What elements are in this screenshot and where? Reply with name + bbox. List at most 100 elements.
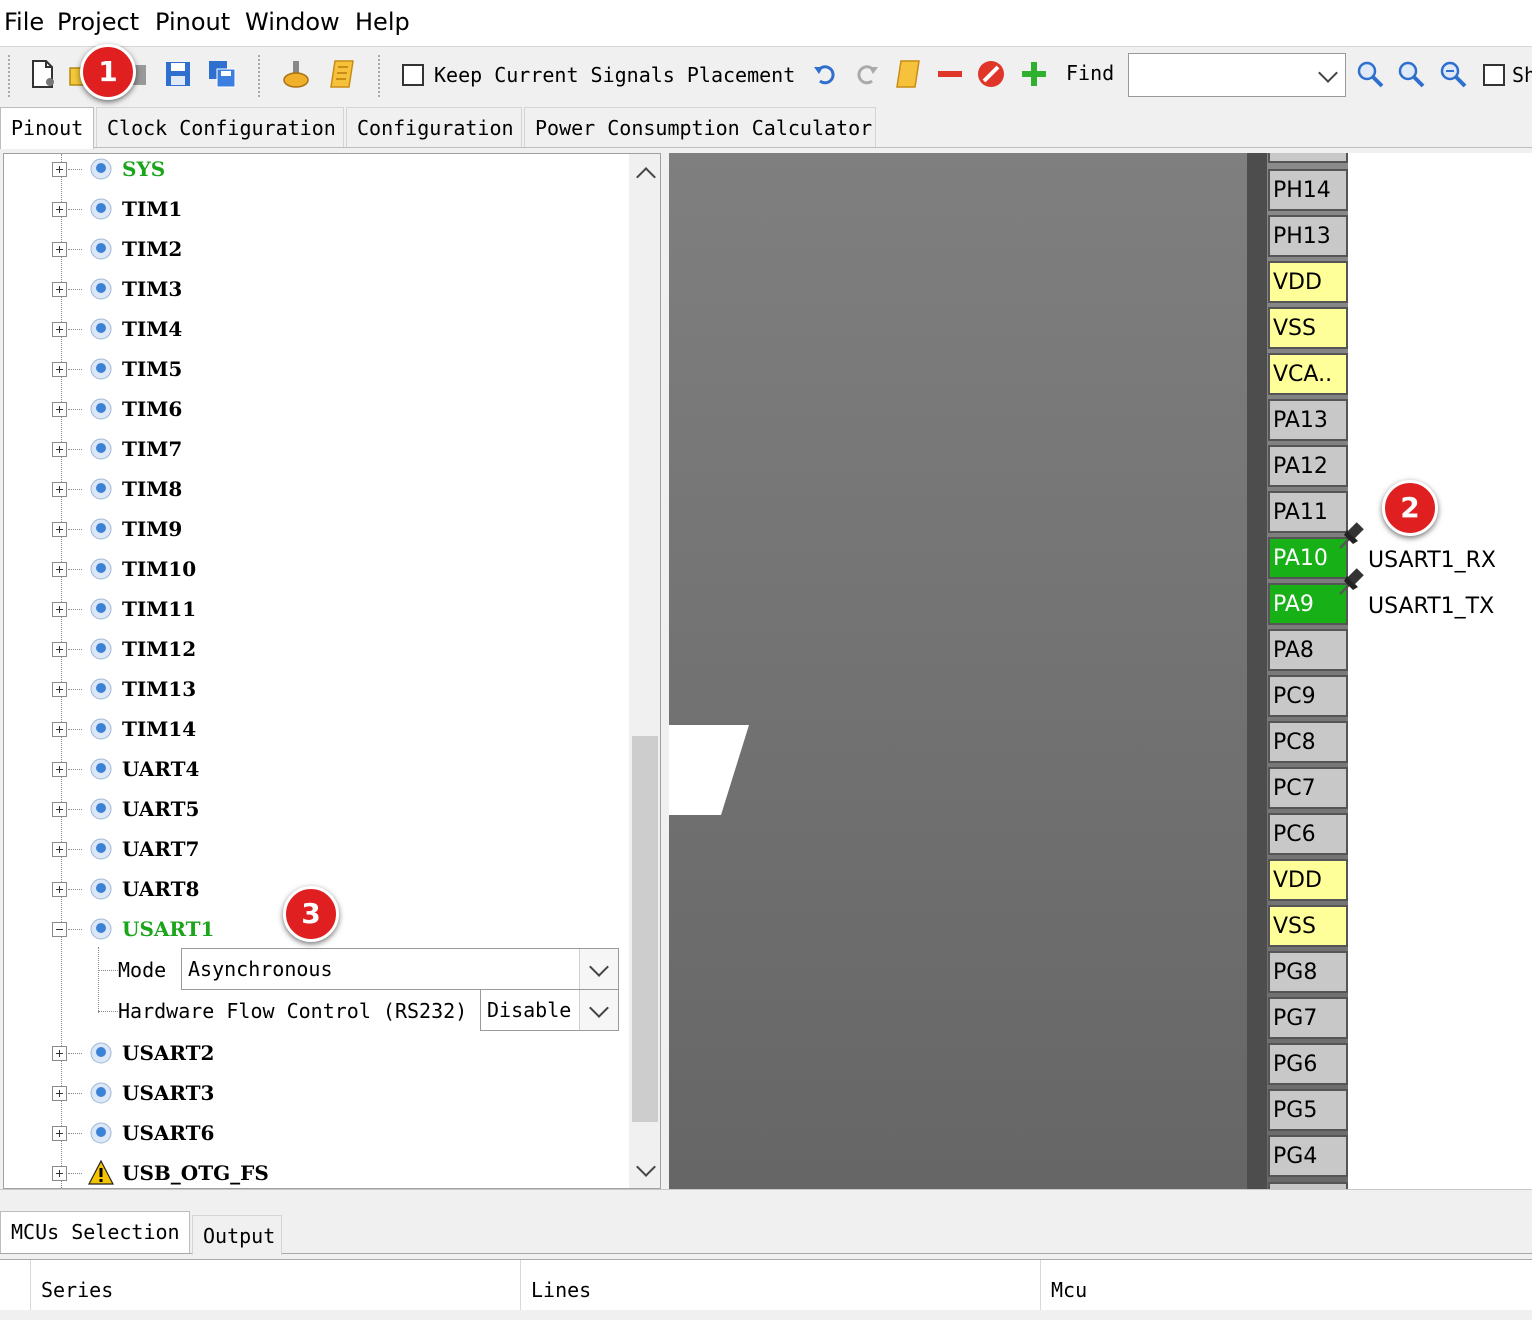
column-mcu[interactable]: Mcu — [1040, 1260, 1532, 1310]
pin-pc8[interactable]: PC8 — [1268, 721, 1348, 763]
pin-pa8[interactable]: PA8 — [1268, 629, 1348, 671]
scrollbar-thumb[interactable] — [632, 736, 658, 1122]
expand-icon[interactable] — [52, 842, 67, 857]
pin-vdd[interactable]: VDD — [1268, 261, 1348, 303]
tab-mcus-selection[interactable]: MCUs Selection — [0, 1211, 190, 1253]
expand-icon[interactable] — [52, 322, 67, 337]
tab-clock-configuration[interactable]: Clock Configuration — [96, 107, 344, 147]
clear-pinout-icon[interactable] — [976, 59, 1006, 89]
save-icon[interactable] — [163, 59, 193, 89]
report-icon[interactable] — [327, 59, 357, 89]
pin-pa12[interactable]: PA12 — [1268, 445, 1348, 487]
keep-signals-checkbox[interactable] — [402, 64, 424, 86]
zoom-out-icon[interactable] — [1438, 59, 1468, 89]
save-as-icon[interactable] — [207, 59, 237, 89]
zoom-in-icon[interactable] — [1355, 59, 1385, 89]
tree-item-sys[interactable]: SYS — [4, 154, 624, 189]
add-plus-icon[interactable] — [1019, 59, 1049, 89]
pin-ph13[interactable]: PH13 — [1268, 215, 1348, 257]
tab-power-consumption[interactable]: Power Consumption Calculator — [524, 107, 876, 147]
zoom-fit-icon[interactable] — [1396, 59, 1426, 89]
tree-item-usb_otg_fs[interactable]: USB_OTG_FS — [4, 1153, 624, 1188]
tab-output[interactable]: Output — [192, 1215, 282, 1255]
tree-scrollbar[interactable] — [629, 154, 660, 1188]
pinout-script-icon[interactable] — [893, 59, 923, 89]
expand-icon[interactable] — [52, 442, 67, 457]
expand-icon[interactable] — [52, 682, 67, 697]
tree-item-uart7[interactable]: UART7 — [4, 829, 624, 869]
expand-icon[interactable] — [52, 642, 67, 657]
pin-pc6[interactable]: PC6 — [1268, 813, 1348, 855]
expand-icon[interactable] — [52, 162, 67, 177]
expand-icon[interactable] — [52, 722, 67, 737]
generate-code-icon[interactable] — [281, 59, 311, 89]
expand-icon[interactable] — [52, 242, 67, 257]
expand-icon[interactable] — [52, 362, 67, 377]
expand-icon[interactable] — [52, 282, 67, 297]
tree-item-tim4[interactable]: TIM4 — [4, 309, 624, 349]
expand-icon[interactable] — [52, 522, 67, 537]
show-checkbox[interactable] — [1483, 64, 1505, 86]
pin-pg6[interactable]: PG6 — [1268, 1043, 1348, 1085]
undo-icon[interactable] — [810, 59, 840, 89]
pin-pa13[interactable]: PA13 — [1268, 399, 1348, 441]
tree-item-tim7[interactable]: TIM7 — [4, 429, 624, 469]
pin-vss[interactable]: VSS — [1268, 307, 1348, 349]
tree-item-tim11[interactable]: TIM11 — [4, 589, 624, 629]
pin-vss[interactable]: VSS — [1268, 905, 1348, 947]
expand-icon[interactable] — [52, 602, 67, 617]
tree-item-tim5[interactable]: TIM5 — [4, 349, 624, 389]
tree-item-tim12[interactable]: TIM12 — [4, 629, 624, 669]
tree-item-tim2[interactable]: TIM2 — [4, 229, 624, 269]
tree-item-tim6[interactable]: TIM6 — [4, 389, 624, 429]
scroll-down-icon[interactable] — [636, 1157, 656, 1177]
pin-pc7[interactable]: PC7 — [1268, 767, 1348, 809]
expand-icon[interactable] — [52, 202, 67, 217]
menu-pinout[interactable]: Pinout — [155, 8, 230, 36]
menu-file[interactable]: File — [4, 8, 44, 36]
tree-item-tim3[interactable]: TIM3 — [4, 269, 624, 309]
expand-icon[interactable] — [52, 802, 67, 817]
tree-item-tim13[interactable]: TIM13 — [4, 669, 624, 709]
tree-item-uart5[interactable]: UART5 — [4, 789, 624, 829]
tree-item-tim1[interactable]: TIM1 — [4, 189, 624, 229]
expand-icon[interactable] — [52, 1086, 67, 1101]
redo-icon[interactable] — [852, 59, 882, 89]
tab-configuration[interactable]: Configuration — [346, 107, 522, 147]
hfc-select[interactable]: Disable — [480, 989, 619, 1031]
expand-icon[interactable] — [52, 562, 67, 577]
column-series[interactable]: Series — [30, 1260, 520, 1310]
mode-dropdown-button[interactable] — [579, 949, 618, 989]
scroll-up-icon[interactable] — [636, 167, 656, 187]
find-combobox[interactable] — [1128, 53, 1346, 97]
pin-ph14[interactable]: PH14 — [1268, 169, 1348, 211]
collapse-icon[interactable] — [52, 922, 67, 937]
expand-icon[interactable] — [52, 1166, 67, 1181]
expand-icon[interactable] — [52, 1126, 67, 1141]
tab-pinout[interactable]: Pinout — [0, 107, 94, 149]
tree-item-tim8[interactable]: TIM8 — [4, 469, 624, 509]
splitter[interactable] — [0, 1189, 1532, 1208]
expand-icon[interactable] — [52, 402, 67, 417]
tree-item-tim10[interactable]: TIM10 — [4, 549, 624, 589]
mode-select[interactable]: Asynchronous — [181, 948, 619, 990]
menu-project[interactable]: Project — [57, 8, 139, 36]
pin-vdd[interactable]: VDD — [1268, 859, 1348, 901]
tree-item-usart2[interactable]: USART2 — [4, 1033, 624, 1073]
expand-icon[interactable] — [52, 762, 67, 777]
hfc-dropdown-button[interactable] — [579, 990, 618, 1030]
expand-icon[interactable] — [52, 482, 67, 497]
zoom-out-minus-icon[interactable] — [935, 59, 965, 89]
tree-item-tim9[interactable]: TIM9 — [4, 509, 624, 549]
tree-item-uart4[interactable]: UART4 — [4, 749, 624, 789]
tree-item-usart3[interactable]: USART3 — [4, 1073, 624, 1113]
expand-icon[interactable] — [52, 1046, 67, 1061]
tree-item-usart6[interactable]: USART6 — [4, 1113, 624, 1153]
pin-vca[interactable]: VCA.. — [1268, 353, 1348, 395]
menu-help[interactable]: Help — [355, 8, 410, 36]
menu-window[interactable]: Window — [245, 8, 340, 36]
pin-pg4[interactable]: PG4 — [1268, 1135, 1348, 1177]
pin-pg8[interactable]: PG8 — [1268, 951, 1348, 993]
pin-pc9[interactable]: PC9 — [1268, 675, 1348, 717]
tree-item-tim14[interactable]: TIM14 — [4, 709, 624, 749]
